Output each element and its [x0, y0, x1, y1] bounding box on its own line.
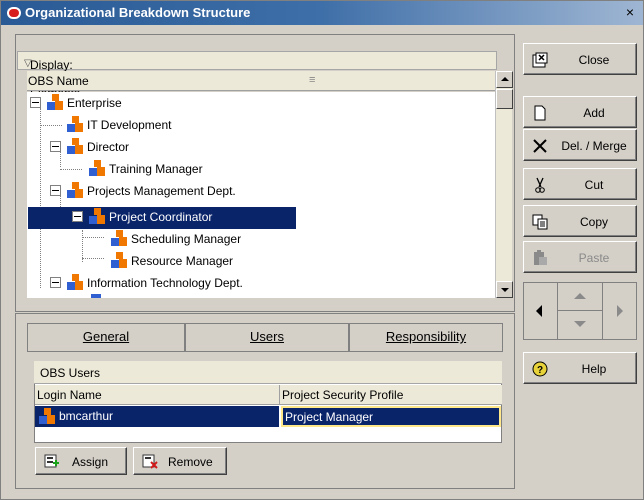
- button-label: Del. / Merge: [561, 139, 627, 153]
- tab-general[interactable]: General: [27, 323, 185, 351]
- obs-dialog: Organizational Breakdown Structure × ▽ D…: [0, 0, 644, 500]
- tree-connector: [82, 258, 104, 259]
- obs-node-icon: [89, 208, 105, 224]
- tab-label: Users: [250, 329, 284, 344]
- copy-button[interactable]: Copy: [523, 205, 637, 237]
- obs-node-icon: [47, 94, 63, 110]
- display-filter-bar[interactable]: ▽ Display: All OBS Elements: [17, 51, 497, 100]
- tree-node-label: Information Technology Dept.: [87, 276, 243, 290]
- collapse-icon[interactable]: [72, 211, 83, 222]
- tree-node-label: Training Manager: [109, 162, 203, 176]
- button-label: Close: [578, 53, 610, 67]
- tab-label: Responsibility: [385, 329, 467, 344]
- security-profile-cell[interactable]: Project Manager: [281, 406, 501, 427]
- button-label: Remove: [168, 455, 213, 469]
- obs-node-icon: [89, 160, 105, 176]
- obs-node-icon: [111, 230, 127, 246]
- tree-connector: [82, 237, 104, 238]
- tree-node-label: Director: [87, 140, 130, 154]
- delete-icon: [533, 139, 547, 153]
- tree-node-label: Resource Manager: [131, 254, 234, 268]
- obs-node-icon: [67, 116, 83, 132]
- move-arrows: [523, 282, 637, 340]
- tree-node-label: Scheduling Manager: [131, 232, 242, 246]
- tree-connector: [40, 108, 41, 288]
- collapse-icon[interactable]: [30, 97, 41, 108]
- tab-label: General: [82, 329, 130, 344]
- button-label: Assign: [72, 455, 109, 469]
- move-right-button[interactable]: [602, 283, 636, 339]
- arrow-down-icon: [501, 288, 509, 292]
- obs-node-icon: [67, 182, 83, 198]
- arrow-right-icon: [617, 305, 623, 317]
- security-profile-header[interactable]: Project Security Profile: [280, 385, 502, 405]
- tree-node-label: Projects Management Dept.: [87, 184, 236, 198]
- button-label: Copy: [579, 215, 608, 229]
- obs-users-title: OBS Users: [40, 366, 101, 380]
- login-name-cell[interactable]: bmcarthur: [59, 409, 113, 423]
- cell-value: Project Manager: [285, 410, 374, 424]
- collapse-icon[interactable]: [50, 141, 61, 152]
- move-left-button[interactable]: [524, 283, 558, 339]
- remove-button[interactable]: Remove: [133, 447, 227, 475]
- obs-name-header: OBS Name: [28, 74, 89, 88]
- tree-node-label: IT Development: [87, 118, 172, 132]
- obs-users-title-bar: OBS Users: [34, 361, 502, 384]
- cut-button[interactable]: Cut: [523, 168, 637, 200]
- tree-scrollbar[interactable]: [495, 71, 513, 298]
- paste-button[interactable]: Paste: [523, 241, 637, 273]
- scroll-thumb[interactable]: [496, 89, 513, 109]
- close-button[interactable]: Close: [523, 43, 637, 75]
- move-down-button[interactable]: [558, 311, 602, 339]
- obs-node-icon: [67, 138, 83, 154]
- tab-responsibility[interactable]: Responsibility: [349, 323, 503, 351]
- move-up-button[interactable]: [558, 283, 602, 311]
- button-label: Cut: [584, 178, 604, 192]
- scissors-icon: [535, 177, 545, 193]
- tree-connector: [40, 125, 62, 126]
- delete-merge-button[interactable]: Del. / Merge: [523, 129, 637, 161]
- tree-node-label: Enterprise: [67, 96, 122, 110]
- assign-button[interactable]: Assign: [35, 447, 127, 475]
- obs-node-icon: [67, 274, 83, 290]
- scroll-up-button[interactable]: [496, 71, 513, 88]
- copy-icon: [532, 214, 548, 230]
- user-icon: [39, 408, 55, 424]
- button-label: Paste: [578, 251, 610, 265]
- arrow-down-icon: [574, 321, 586, 327]
- add-button[interactable]: Add: [523, 96, 637, 128]
- app-icon: [7, 7, 21, 19]
- close-window-icon: [532, 52, 548, 68]
- tree-connector: [60, 169, 82, 170]
- obs-node-icon: [111, 252, 127, 268]
- window-title: Organizational Breakdown Structure: [25, 5, 251, 20]
- new-document-icon: [534, 105, 546, 121]
- title-bar[interactable]: Organizational Breakdown Structure ×: [1, 1, 643, 25]
- sort-icon[interactable]: ≡: [309, 74, 315, 86]
- column-label: Project Security Profile: [282, 388, 404, 402]
- tree-connector: [60, 152, 61, 167]
- collapse-icon[interactable]: [50, 277, 61, 288]
- login-name-header[interactable]: Login Name: [35, 385, 280, 405]
- obs-tree[interactable]: Enterprise IT Development Director Train…: [27, 92, 495, 298]
- column-label: Login Name: [37, 388, 102, 402]
- assign-icon: [44, 454, 59, 468]
- obs-node-icon: [91, 294, 101, 298]
- svg-text:?: ?: [537, 365, 543, 376]
- arrow-up-icon: [501, 77, 509, 81]
- paste-icon: [534, 250, 547, 265]
- tree-node-label: Project Coordinator: [109, 210, 213, 224]
- arrow-up-icon: [574, 293, 586, 299]
- scroll-down-button[interactable]: [496, 281, 513, 298]
- button-label: Help: [581, 362, 607, 376]
- tree-column-header[interactable]: OBS Name ≡: [27, 71, 495, 91]
- arrow-left-icon: [536, 305, 542, 317]
- help-icon: ?: [532, 361, 548, 377]
- tab-users[interactable]: Users: [185, 323, 349, 351]
- button-label: Add: [583, 106, 605, 120]
- collapse-icon[interactable]: [50, 185, 61, 196]
- close-icon[interactable]: ×: [621, 4, 639, 21]
- help-button[interactable]: ? Help: [523, 352, 637, 384]
- remove-icon: [142, 454, 158, 469]
